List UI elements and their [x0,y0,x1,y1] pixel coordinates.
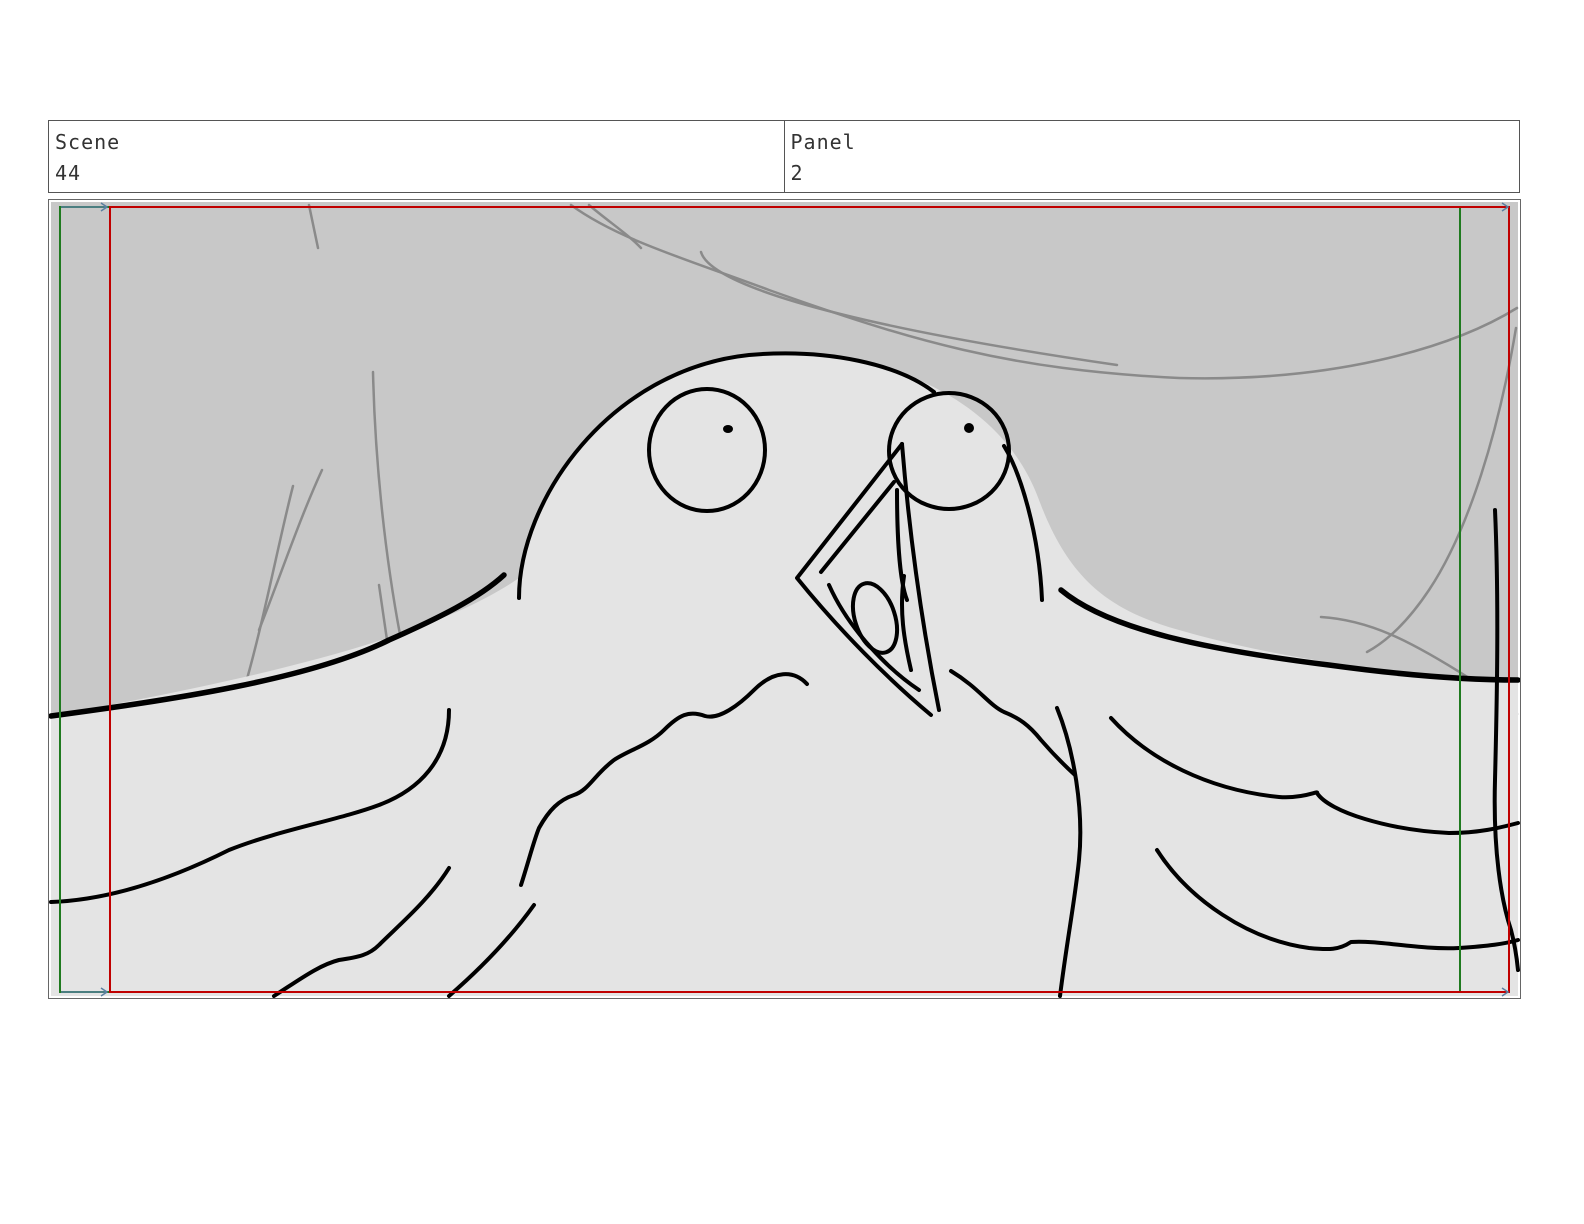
right-pupil [964,423,974,433]
panel-cell: Panel 2 [783,121,1520,192]
scene-label: Scene [55,130,121,154]
panel-number: 2 [790,161,804,185]
storyboard-panel [48,199,1521,999]
scene-number: 44 [55,161,82,185]
scene-cell: Scene 44 [49,121,784,192]
panel-label: Panel [790,130,856,154]
storyboard-header: Scene 44 Panel 2 [48,120,1520,193]
panel-drawing [49,202,1520,998]
left-pupil [723,425,733,433]
